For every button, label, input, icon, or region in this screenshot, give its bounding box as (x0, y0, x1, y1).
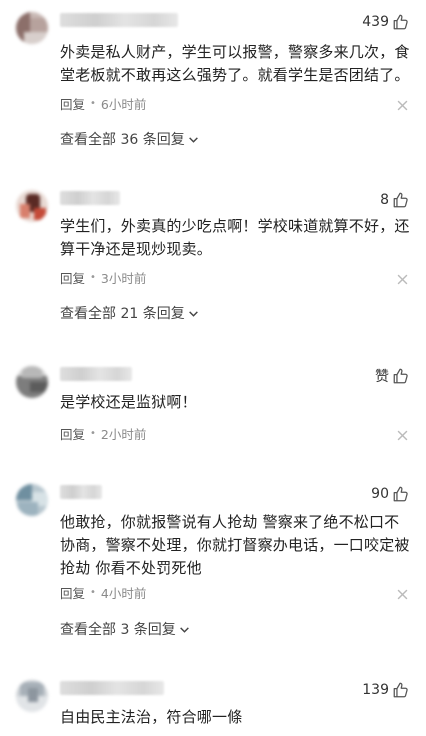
username[interactable] (60, 191, 120, 205)
view-all-replies-button[interactable]: 查看全部 3 条回复 (60, 620, 190, 638)
view-all-replies-button[interactable]: 查看全部 36 条回复 (60, 130, 199, 148)
timestamp: 6小时前 (100, 96, 147, 112)
comment-meta: 回复 • 4小时前 (60, 583, 147, 602)
comment-text: 外卖是私人财产，学生可以报警，警察多来几次，食堂老板就不敢再这么强势了。就看学生… (60, 43, 410, 84)
reply-button[interactable]: 回复 (60, 94, 85, 113)
timestamp: 2小时前 (100, 426, 147, 442)
close-icon[interactable] (397, 100, 408, 111)
separator-dot: • (90, 271, 96, 283)
view-all-replies-label: 查看全部 21 条回复 (60, 306, 185, 322)
comment-feed: 439 外卖是私人财产，学生可以报警，警察多来几次，食堂老板就不敢再这么强势了。… (0, 0, 426, 736)
comment-meta: 回复 • 2小时前 (60, 424, 147, 443)
timestamp: 3小时前 (100, 270, 147, 286)
avatar[interactable] (16, 12, 48, 44)
close-icon[interactable] (397, 274, 408, 285)
like-button[interactable]: 90 (371, 484, 410, 504)
thumbs-up-icon (393, 14, 408, 30)
chevron-down-icon (179, 626, 189, 633)
chevron-down-icon (188, 310, 198, 317)
separator-dot: • (90, 97, 96, 109)
view-all-replies-label: 查看全部 3 条回复 (60, 622, 176, 638)
separator-dot: • (90, 427, 96, 439)
timestamp: 4小时前 (100, 585, 147, 601)
view-all-replies-label: 查看全部 36 条回复 (60, 132, 185, 148)
close-icon[interactable] (397, 589, 408, 600)
reply-button[interactable]: 回复 (60, 583, 85, 602)
like-button[interactable]: 139 (362, 680, 410, 700)
like-button[interactable]: 439 (362, 12, 410, 32)
avatar[interactable] (16, 366, 48, 398)
like-count: 139 (362, 682, 389, 698)
thumbs-up-icon (393, 368, 408, 384)
reply-button[interactable]: 回复 (60, 424, 85, 443)
avatar[interactable] (16, 484, 48, 516)
thumbs-up-icon (393, 682, 408, 698)
username[interactable] (60, 681, 164, 695)
close-icon[interactable] (397, 430, 408, 441)
username[interactable] (60, 485, 102, 499)
view-all-replies-button[interactable]: 查看全部 21 条回复 (60, 304, 199, 322)
thumbs-up-icon (393, 486, 408, 502)
comment-text: 自由民主法治，符合哪一條 (60, 708, 243, 726)
comment-text: 学生们，外卖真的少吃点啊！学校味道就算不好，还算干净还是现炒现卖。 (60, 217, 410, 258)
avatar[interactable] (16, 680, 48, 712)
comment-text: 是学校还是监狱啊！ (60, 393, 197, 411)
like-count: 赞 (375, 369, 389, 385)
like-button[interactable]: 8 (380, 190, 410, 210)
username[interactable] (60, 367, 132, 381)
chevron-down-icon (188, 136, 198, 143)
separator-dot: • (90, 586, 96, 598)
like-count: 90 (371, 486, 389, 502)
username[interactable] (60, 13, 178, 27)
thumbs-up-icon (393, 192, 408, 208)
reply-button[interactable]: 回复 (60, 268, 85, 287)
avatar[interactable] (16, 190, 48, 222)
like-count: 439 (362, 14, 389, 30)
comment-meta: 回复 • 6小时前 (60, 94, 147, 113)
like-count: 8 (380, 192, 389, 208)
comment-meta: 回复 • 3小时前 (60, 268, 147, 287)
like-button[interactable]: 赞 (375, 366, 410, 386)
comment-text: 他敢抢，你就报警说有人抢劫 警察来了绝不松口不协商，警察不处理，你就打督察办电话… (60, 513, 410, 577)
